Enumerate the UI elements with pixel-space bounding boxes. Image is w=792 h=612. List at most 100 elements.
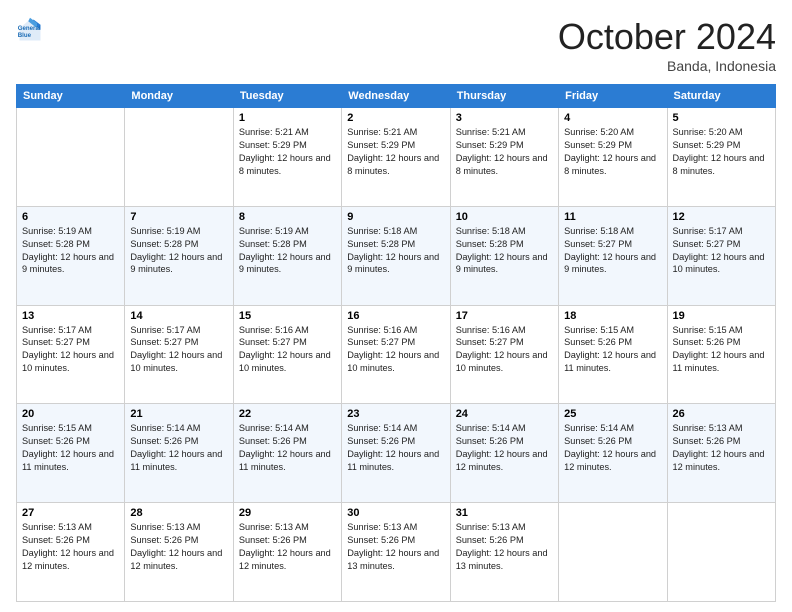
weekday-header-wednesday: Wednesday (342, 85, 450, 108)
calendar-cell: 9 Sunrise: 5:18 AMSunset: 5:28 PMDaylight… (342, 206, 450, 305)
calendar-cell: 25 Sunrise: 5:14 AMSunset: 5:26 PMDayligh… (559, 404, 667, 503)
day-number: 27 (22, 507, 119, 519)
day-number: 7 (130, 211, 227, 223)
week-row-3: 13 Sunrise: 5:17 AMSunset: 5:27 PMDayligh… (17, 305, 776, 404)
weekday-header-monday: Monday (125, 85, 233, 108)
day-info: Sunrise: 5:15 AMSunset: 5:26 PMDaylight:… (673, 324, 770, 376)
calendar-cell: 13 Sunrise: 5:17 AMSunset: 5:27 PMDayligh… (17, 305, 125, 404)
weekday-header-friday: Friday (559, 85, 667, 108)
day-info: Sunrise: 5:17 AMSunset: 5:27 PMDaylight:… (130, 324, 227, 376)
weekday-header-thursday: Thursday (450, 85, 558, 108)
day-number: 12 (673, 211, 770, 223)
header: General Blue October 2024 Banda, Indones… (16, 16, 776, 74)
day-number: 9 (347, 211, 444, 223)
day-number: 16 (347, 310, 444, 322)
day-number: 4 (564, 112, 661, 124)
day-info: Sunrise: 5:13 AMSunset: 5:26 PMDaylight:… (239, 521, 336, 573)
calendar-cell: 3Sunrise: 5:21 AMSunset: 5:29 PMDaylight… (450, 108, 558, 207)
day-number: 22 (239, 408, 336, 420)
day-info: Sunrise: 5:21 AMSunset: 5:29 PMDaylight:… (347, 126, 444, 178)
calendar-cell: 14 Sunrise: 5:17 AMSunset: 5:27 PMDayligh… (125, 305, 233, 404)
day-number: 8 (239, 211, 336, 223)
calendar-cell: 18 Sunrise: 5:15 AMSunset: 5:26 PMDayligh… (559, 305, 667, 404)
day-number: 19 (673, 310, 770, 322)
calendar-cell: 21 Sunrise: 5:14 AMSunset: 5:26 PMDayligh… (125, 404, 233, 503)
calendar-cell (17, 108, 125, 207)
day-info: Sunrise: 5:17 AMSunset: 5:27 PMDaylight:… (673, 225, 770, 277)
calendar-cell: 17 Sunrise: 5:16 AMSunset: 5:27 PMDayligh… (450, 305, 558, 404)
day-info: Sunrise: 5:21 AMSunset: 5:29 PMDaylight:… (239, 126, 336, 178)
title-block: October 2024 Banda, Indonesia (558, 16, 776, 74)
day-number: 15 (239, 310, 336, 322)
day-number: 1 (239, 112, 336, 124)
week-row-1: 1 Sunrise: 5:21 AMSunset: 5:29 PMDaylight… (17, 108, 776, 207)
calendar-cell: 28 Sunrise: 5:13 AMSunset: 5:26 PMDayligh… (125, 503, 233, 602)
day-number: 14 (130, 310, 227, 322)
page: General Blue October 2024 Banda, Indones… (0, 0, 792, 612)
calendar-cell: 31 Sunrise: 5:13 AMSunset: 5:26 PMDayligh… (450, 503, 558, 602)
day-info: Sunrise: 5:18 AMSunset: 5:28 PMDaylight:… (456, 225, 553, 277)
svg-text:Blue: Blue (18, 32, 32, 39)
weekday-header-row: SundayMondayTuesdayWednesdayThursdayFrid… (17, 85, 776, 108)
day-info: Sunrise: 5:16 AMSunset: 5:27 PMDaylight:… (347, 324, 444, 376)
calendar-cell (667, 503, 775, 602)
day-number: 28 (130, 507, 227, 519)
calendar-cell: 7Sunrise: 5:19 AMSunset: 5:28 PMDaylight… (125, 206, 233, 305)
calendar-cell: 4 Sunrise: 5:20 AMSunset: 5:29 PMDaylight… (559, 108, 667, 207)
day-info: Sunrise: 5:18 AMSunset: 5:27 PMDaylight:… (564, 225, 661, 277)
calendar-cell: 1 Sunrise: 5:21 AMSunset: 5:29 PMDaylight… (233, 108, 341, 207)
calendar-cell (125, 108, 233, 207)
calendar-cell: 15 Sunrise: 5:16 AMSunset: 5:27 PMDayligh… (233, 305, 341, 404)
calendar-cell: 2 Sunrise: 5:21 AMSunset: 5:29 PMDaylight… (342, 108, 450, 207)
day-number: 29 (239, 507, 336, 519)
day-number: 25 (564, 408, 661, 420)
day-info: Sunrise: 5:20 AMSunset: 5:29 PMDaylight:… (564, 126, 661, 178)
logo: General Blue (16, 16, 44, 44)
day-number: 18 (564, 310, 661, 322)
day-info: Sunrise: 5:14 AMSunset: 5:26 PMDaylight:… (564, 422, 661, 474)
day-info: Sunrise: 5:13 AMSunset: 5:26 PMDaylight:… (456, 521, 553, 573)
month-title: October 2024 (558, 16, 776, 58)
day-info: Sunrise: 5:14 AMSunset: 5:26 PMDaylight:… (239, 422, 336, 474)
calendar-cell: 12 Sunrise: 5:17 AMSunset: 5:27 PMDayligh… (667, 206, 775, 305)
calendar: SundayMondayTuesdayWednesdayThursdayFrid… (16, 84, 776, 602)
day-number: 6 (22, 211, 119, 223)
day-number: 17 (456, 310, 553, 322)
day-number: 30 (347, 507, 444, 519)
day-info: Sunrise: 5:16 AMSunset: 5:27 PMDaylight:… (239, 324, 336, 376)
day-info: Sunrise: 5:15 AMSunset: 5:26 PMDaylight:… (564, 324, 661, 376)
day-info: Sunrise: 5:13 AMSunset: 5:26 PMDaylight:… (347, 521, 444, 573)
day-info: Sunrise: 5:14 AMSunset: 5:26 PMDaylight:… (130, 422, 227, 474)
calendar-cell: 8Sunrise: 5:19 AMSunset: 5:28 PMDaylight… (233, 206, 341, 305)
day-number: 31 (456, 507, 553, 519)
day-info: Sunrise: 5:17 AMSunset: 5:27 PMDaylight:… (22, 324, 119, 376)
calendar-cell: 5Sunrise: 5:20 AMSunset: 5:29 PMDaylight… (667, 108, 775, 207)
calendar-cell: 26Sunrise: 5:13 AMSunset: 5:26 PMDayligh… (667, 404, 775, 503)
day-info: Sunrise: 5:14 AMSunset: 5:26 PMDaylight:… (456, 422, 553, 474)
calendar-cell: 16 Sunrise: 5:16 AMSunset: 5:27 PMDayligh… (342, 305, 450, 404)
location: Banda, Indonesia (558, 58, 776, 74)
calendar-cell: 27Sunrise: 5:13 AMSunset: 5:26 PMDayligh… (17, 503, 125, 602)
day-info: Sunrise: 5:13 AMSunset: 5:26 PMDaylight:… (130, 521, 227, 573)
calendar-cell: 10 Sunrise: 5:18 AMSunset: 5:28 PMDayligh… (450, 206, 558, 305)
day-number: 21 (130, 408, 227, 420)
weekday-header-tuesday: Tuesday (233, 85, 341, 108)
day-number: 11 (564, 211, 661, 223)
week-row-4: 20Sunrise: 5:15 AMSunset: 5:26 PMDayligh… (17, 404, 776, 503)
calendar-cell: 30 Sunrise: 5:13 AMSunset: 5:26 PMDayligh… (342, 503, 450, 602)
calendar-cell: 22 Sunrise: 5:14 AMSunset: 5:26 PMDayligh… (233, 404, 341, 503)
calendar-cell: 23Sunrise: 5:14 AMSunset: 5:26 PMDayligh… (342, 404, 450, 503)
day-number: 2 (347, 112, 444, 124)
logo-icon: General Blue (16, 16, 44, 44)
day-number: 5 (673, 112, 770, 124)
day-number: 13 (22, 310, 119, 322)
calendar-cell (559, 503, 667, 602)
calendar-cell: 19 Sunrise: 5:15 AMSunset: 5:26 PMDayligh… (667, 305, 775, 404)
day-info: Sunrise: 5:16 AMSunset: 5:27 PMDaylight:… (456, 324, 553, 376)
day-info: Sunrise: 5:18 AMSunset: 5:28 PMDaylight:… (347, 225, 444, 277)
week-row-2: 6Sunrise: 5:19 AMSunset: 5:28 PMDaylight… (17, 206, 776, 305)
day-info: Sunrise: 5:15 AMSunset: 5:26 PMDaylight:… (22, 422, 119, 474)
day-number: 26 (673, 408, 770, 420)
day-number: 10 (456, 211, 553, 223)
calendar-cell: 24Sunrise: 5:14 AMSunset: 5:26 PMDayligh… (450, 404, 558, 503)
